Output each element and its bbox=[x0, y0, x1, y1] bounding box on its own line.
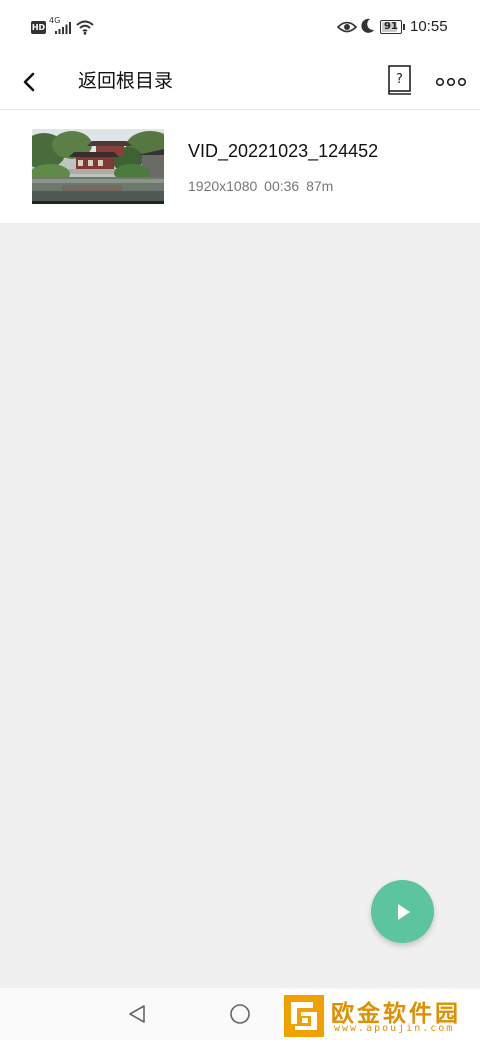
wifi-icon bbox=[76, 20, 94, 35]
help-book-icon[interactable]: ? bbox=[384, 62, 416, 98]
video-thumbnail[interactable] bbox=[32, 129, 164, 204]
battery-tip bbox=[403, 24, 405, 30]
clock: 10:55 bbox=[410, 18, 448, 35]
video-list: VID_20221023_124452 1920x1080 00:36 87m bbox=[0, 110, 480, 223]
status-bar: HD 4G 91 10:55 bbox=[0, 0, 480, 56]
watermark: 欧金软件园 www.apoujin.com bbox=[281, 990, 480, 1040]
more-horizontal-icon[interactable] bbox=[434, 66, 470, 98]
watermark-logo-icon bbox=[284, 995, 324, 1037]
page-title[interactable]: 返回根目录 bbox=[78, 68, 173, 94]
play-button[interactable] bbox=[371, 880, 434, 943]
battery-indicator: 91 bbox=[380, 20, 402, 34]
video-name: VID_20221023_124452 bbox=[188, 141, 379, 161]
video-list-item[interactable]: VID_20221023_124452 1920x1080 00:36 87m bbox=[0, 110, 480, 223]
eye-comfort-icon bbox=[337, 21, 357, 33]
app-bar: 返回根目录 ? bbox=[0, 56, 480, 110]
moon-icon bbox=[361, 18, 374, 33]
nav-home-icon[interactable] bbox=[229, 1003, 251, 1025]
watermark-url: www.apoujin.com bbox=[334, 1023, 455, 1034]
nav-back-icon[interactable] bbox=[126, 1003, 148, 1025]
battery-level: 91 bbox=[384, 21, 398, 32]
hd-badge: HD bbox=[31, 21, 46, 34]
help-glyph: ? bbox=[396, 72, 403, 87]
chevron-left-icon[interactable] bbox=[14, 66, 46, 98]
signal-icon bbox=[55, 22, 71, 34]
play-icon bbox=[398, 904, 410, 920]
video-meta: 1920x1080 00:36 87m bbox=[188, 178, 334, 194]
